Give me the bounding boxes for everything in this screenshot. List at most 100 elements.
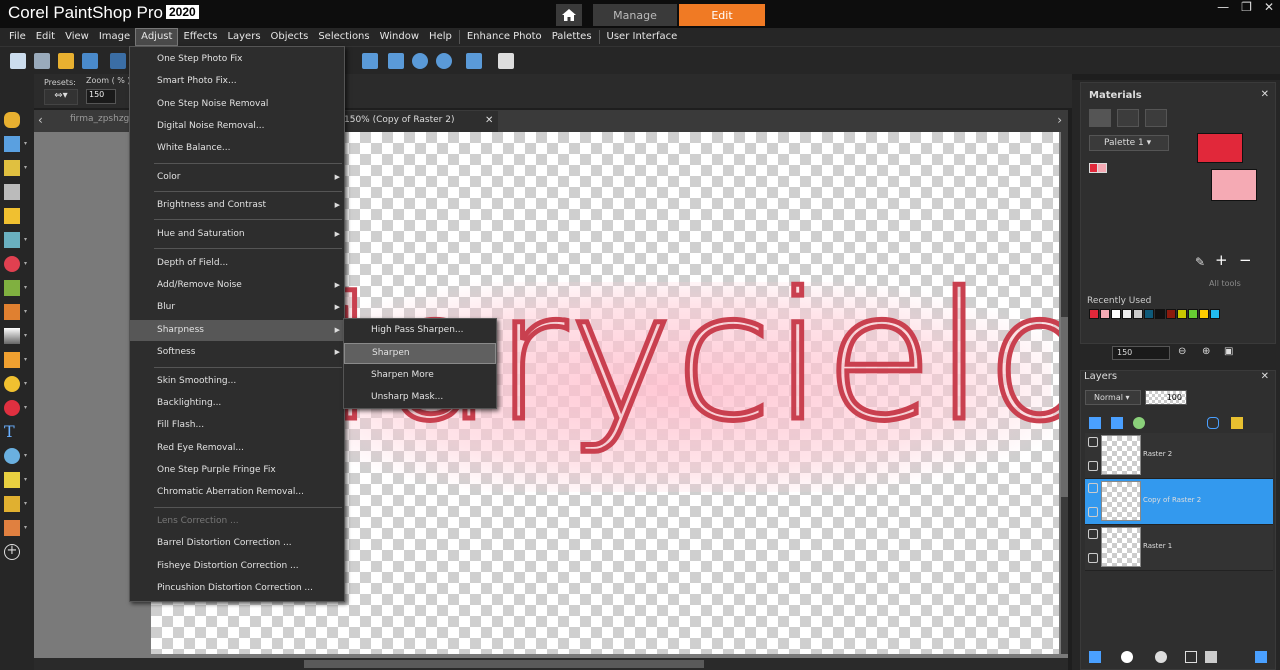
tab-close-icon[interactable]: ✕ xyxy=(485,115,493,126)
zoom-in-icon[interactable] xyxy=(436,53,452,69)
blend-mode-dropdown[interactable]: Normal ▾ xyxy=(1085,390,1141,405)
flood-fill-tool-icon[interactable] xyxy=(4,400,20,416)
actual-size-icon[interactable] xyxy=(362,53,378,69)
menu-blur[interactable]: Blur ▶ xyxy=(130,297,344,318)
save-icon[interactable] xyxy=(110,53,126,69)
layer-row-raster-1[interactable]: Raster 1 xyxy=(1085,525,1273,571)
menu-purple-fringe-fix[interactable]: One Step Purple Fringe Fix xyxy=(130,460,344,481)
recent-swatch[interactable] xyxy=(1166,309,1176,319)
zoom-fit-icon[interactable] xyxy=(466,53,482,69)
menu-skin-smoothing[interactable]: Skin Smoothing... xyxy=(130,371,344,392)
menu-one-step-photo-fix[interactable]: One Step Photo Fix xyxy=(130,49,344,70)
menu-depth-of-field[interactable]: Depth of Field... xyxy=(130,253,344,274)
menu-help[interactable]: Help xyxy=(424,28,457,46)
horizontal-scrollbar-thumb[interactable] xyxy=(304,660,704,668)
menu-fill-flash[interactable]: Fill Flash... xyxy=(130,415,344,436)
tool-arrow-icon[interactable]: ▾ xyxy=(24,236,27,243)
menu-brightness-contrast[interactable]: Brightness and Contrast ▶ xyxy=(130,195,344,216)
zoom-in-icon[interactable]: ⊕ xyxy=(1202,346,1210,357)
zoom-input[interactable]: 150 xyxy=(86,89,116,104)
menu-window[interactable]: Window xyxy=(375,28,424,46)
menu-fisheye-distortion[interactable]: Fisheye Distortion Correction ... xyxy=(130,556,344,577)
layer-move-up-icon[interactable] xyxy=(1089,417,1101,429)
tabs-scroll-right-icon[interactable]: › xyxy=(1057,113,1062,127)
menu-edit[interactable]: Edit xyxy=(31,28,60,46)
menu-digital-noise-removal[interactable]: Digital Noise Removal... xyxy=(130,116,344,137)
layer-name[interactable]: Raster 2 xyxy=(1143,450,1172,458)
crop-tool-icon[interactable] xyxy=(4,208,20,224)
menu-smart-photo-fix[interactable]: Smart Photo Fix... xyxy=(130,71,344,92)
menu-chromatic-aberration[interactable]: Chromatic Aberration Removal... xyxy=(130,482,344,503)
visibility-toggle-icon[interactable] xyxy=(1088,529,1098,539)
recent-swatch[interactable] xyxy=(1089,309,1099,319)
menu-softness[interactable]: Softness ▶ xyxy=(130,342,344,363)
menu-high-pass-sharpen[interactable]: High Pass Sharpen... xyxy=(344,320,496,341)
menu-hue-saturation[interactable]: Hue and Saturation ▶ xyxy=(130,224,344,245)
layer-name[interactable]: Copy of Raster 2 xyxy=(1143,496,1201,504)
layer-mask-icon[interactable] xyxy=(1088,507,1098,517)
all-tools-checkbox[interactable]: All tools xyxy=(1209,279,1241,288)
tool-arrow-icon[interactable]: ▾ xyxy=(24,500,27,507)
tool-arrow-icon[interactable]: ▾ xyxy=(24,308,27,315)
menu-unsharp-mask[interactable]: Unsharp Mask... xyxy=(344,387,496,408)
tab-active-document[interactable]: 150% (Copy of Raster 2) xyxy=(340,111,498,132)
scan-icon[interactable] xyxy=(82,53,98,69)
tool-arrow-icon[interactable]: ▾ xyxy=(24,476,27,483)
layer-mask-icon[interactable] xyxy=(1088,461,1098,471)
vertical-scrollbar[interactable] xyxy=(1061,132,1068,654)
recent-swatch[interactable] xyxy=(1210,309,1220,319)
palette-dropdown[interactable]: Palette 1 ▾ xyxy=(1089,135,1169,151)
tab-edit[interactable]: Edit xyxy=(679,4,765,26)
add-tool-icon[interactable]: + xyxy=(4,544,20,560)
menu-user-interface[interactable]: User Interface xyxy=(602,28,683,46)
recent-swatch[interactable] xyxy=(1199,309,1209,319)
menu-file[interactable]: File xyxy=(4,28,31,46)
link-layers-icon[interactable] xyxy=(1207,417,1219,429)
menu-red-eye-removal[interactable]: Red Eye Removal... xyxy=(130,438,344,459)
home-button[interactable] xyxy=(556,4,582,26)
text-tool-icon[interactable]: T xyxy=(4,424,20,440)
remove-swatch-icon[interactable]: − xyxy=(1239,251,1252,269)
layer-effects-icon[interactable] xyxy=(1155,651,1167,663)
horizontal-scrollbar[interactable] xyxy=(34,658,1068,670)
menu-white-balance[interactable]: White Balance... xyxy=(130,138,344,159)
gradient-tool-icon[interactable] xyxy=(4,328,20,344)
recent-swatch[interactable] xyxy=(1177,309,1187,319)
menu-add-remove-noise[interactable]: Add/Remove Noise ▶ xyxy=(130,275,344,296)
paint-brush-tool-icon[interactable] xyxy=(4,352,20,368)
menu-layers[interactable]: Layers xyxy=(222,28,265,46)
opacity-input[interactable]: 100 xyxy=(1145,390,1187,405)
recent-swatch[interactable] xyxy=(1100,309,1110,319)
layer-properties-icon[interactable] xyxy=(1255,651,1267,663)
restore-icon[interactable]: ❐ xyxy=(1241,0,1252,14)
menu-image[interactable]: Image xyxy=(94,28,135,46)
foreground-color-swatch[interactable] xyxy=(1197,133,1243,163)
tool-arrow-icon[interactable]: ▾ xyxy=(24,380,27,387)
layer-move-down-icon[interactable] xyxy=(1111,417,1123,429)
panel-zoom-input[interactable]: 150 xyxy=(1112,346,1170,360)
tool-arrow-icon[interactable]: ▾ xyxy=(24,284,27,291)
tool-arrow-icon[interactable]: ▾ xyxy=(24,524,27,531)
warp-brush-tool-icon[interactable] xyxy=(4,496,20,512)
menu-adjust[interactable]: Adjust xyxy=(135,28,179,46)
shape-tool-icon[interactable] xyxy=(4,448,20,464)
minimize-icon[interactable]: — xyxy=(1217,0,1229,14)
pan-tool-icon[interactable] xyxy=(4,112,20,128)
recent-swatch[interactable] xyxy=(1122,309,1132,319)
open-folder-icon[interactable] xyxy=(58,53,74,69)
menu-objects[interactable]: Objects xyxy=(266,28,314,46)
menu-backlighting[interactable]: Backlighting... xyxy=(130,393,344,414)
recent-swatch[interactable] xyxy=(1133,309,1143,319)
new-layer-icon[interactable] xyxy=(1089,651,1101,663)
layer-row-copy-of-raster-2[interactable]: Copy of Raster 2 xyxy=(1085,479,1273,525)
tool-arrow-icon[interactable]: ▾ xyxy=(24,260,27,267)
layer-visibility-icon[interactable] xyxy=(1133,417,1145,429)
visibility-toggle-icon[interactable] xyxy=(1088,437,1098,447)
move-tool-icon[interactable] xyxy=(4,136,20,152)
presets-dropdown[interactable]: ⇔▾ xyxy=(44,89,78,105)
tool-arrow-icon[interactable]: ▾ xyxy=(24,164,27,171)
retouch-tool-icon[interactable] xyxy=(4,520,20,536)
layer-mask-icon[interactable] xyxy=(1088,553,1098,563)
red-eye-tool-icon[interactable] xyxy=(4,256,20,272)
tool-arrow-icon[interactable]: ▾ xyxy=(24,404,27,411)
